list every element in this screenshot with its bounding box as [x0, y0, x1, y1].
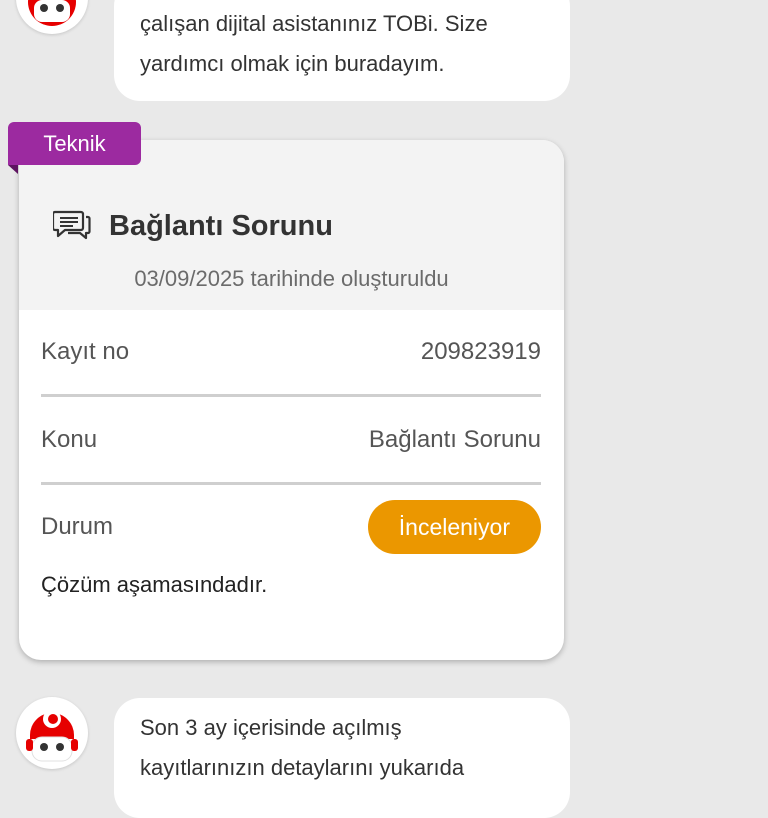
ticket-card[interactable]: Bağlantı Sorunu 03/09/2025 tarihinde olu… [19, 140, 564, 660]
record-number-row: Kayıt no 209823919 [41, 322, 541, 382]
subject-label: Konu [41, 426, 98, 453]
category-tag: Teknik [8, 122, 141, 165]
message-line: Son 3 ay içerisinde açılmış [140, 715, 402, 740]
tobi-robot-avatar-icon [28, 0, 76, 26]
assistant-message-top: çalışan dijital asistanınız TOBi. Size y… [114, 0, 570, 101]
divider [41, 394, 541, 397]
assistant-avatar [16, 0, 88, 34]
divider [41, 482, 541, 485]
status-badge: İnceleniyor [367, 500, 541, 554]
message-line: çalışan dijital asistanınız TOBi. Size [140, 11, 488, 36]
message-line: yardımcı olmak için buradayım. [140, 51, 445, 76]
ticket-card-header: Bağlantı Sorunu 03/09/2025 tarihinde olu… [19, 140, 564, 310]
subject-row: Konu Bağlantı Sorunu [41, 410, 541, 470]
tobi-robot-avatar-icon [26, 710, 78, 762]
message-line: kayıtlarınızın detaylarını yukarıda [140, 755, 465, 780]
status-row: Durum İnceleniyor [41, 497, 541, 557]
status-description: Çözüm aşamasındadır. [41, 572, 268, 597]
assistant-message-bottom: Son 3 ay içerisinde açılmış kayıtlarınız… [114, 698, 570, 818]
status-label: Durum [41, 513, 114, 540]
record-number-label: Kayıt no [41, 338, 130, 365]
tag-fold [8, 165, 18, 174]
ticket-title: Bağlantı Sorunu [109, 209, 333, 242]
subject-value: Bağlantı Sorunu [368, 426, 541, 453]
record-number-value: 209823919 [420, 338, 541, 365]
ticket-title-row: Bağlantı Sorunu [53, 206, 333, 246]
assistant-avatar [16, 697, 88, 769]
chat-bubbles-icon [53, 210, 91, 240]
ticket-created-date: 03/09/2025 tarihinde oluşturuldu [134, 266, 449, 291]
